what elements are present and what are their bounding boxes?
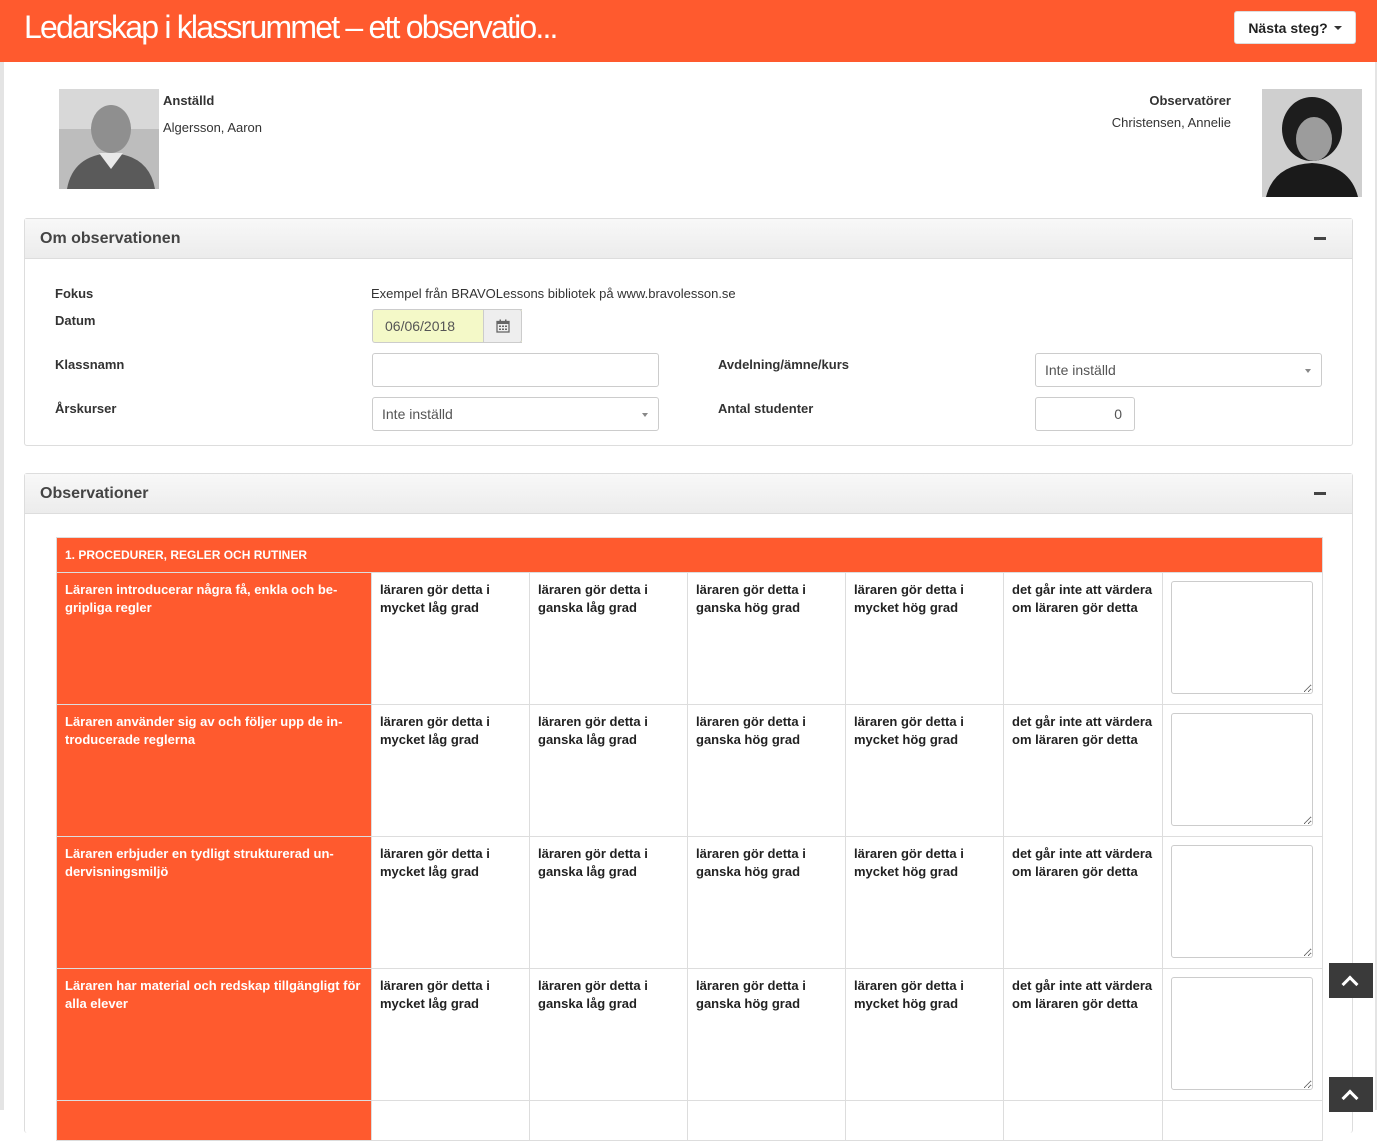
class-name-label: Klassnamn [55, 357, 125, 372]
left-border [0, 62, 4, 1110]
caret-down-icon [1333, 25, 1342, 30]
minus-icon[interactable] [1314, 492, 1326, 495]
about-panel: Om observationen Fokus Exempel från BRAV… [24, 218, 1353, 446]
students-value: 0 [1114, 406, 1122, 422]
rating-option[interactable]: läraren gör detta i ganska låg grad [529, 572, 688, 705]
rating-option[interactable]: läraren gör detta i mycket låg grad [371, 968, 530, 1101]
rating-option[interactable]: läraren gör detta i mycket låg grad [371, 704, 530, 837]
rating-option[interactable] [687, 1100, 846, 1141]
rating-option[interactable]: det går inte att värdera om läraren gör … [1003, 968, 1163, 1101]
rating-option[interactable]: läraren gör detta i ganska hög grad [687, 968, 846, 1101]
page-title: Ledarskap i klassrummet – ett observatio… [24, 9, 558, 45]
rating-option[interactable]: läraren gör detta i mycket låg grad [371, 836, 530, 969]
rating-option[interactable]: det går inte att värdera om läraren gör … [1003, 836, 1163, 969]
observations-panel-title: Observationer [40, 485, 149, 502]
rating-option[interactable]: läraren gör detta i ganska låg grad [529, 836, 688, 969]
note-textarea[interactable] [1171, 845, 1313, 958]
observations-panel-header[interactable]: Observationer [25, 474, 1352, 514]
department-label: Avdelning/ämne/kurs [718, 357, 849, 372]
department-value: Inte inställd [1045, 362, 1116, 378]
question-cell: Läraren erbjuder en tydligt strukturerad… [56, 836, 372, 969]
note-cell [1161, 572, 1324, 705]
students-label: Antal studenter [718, 401, 814, 416]
rating-option[interactable]: läraren gör detta i mycket låg grad [371, 572, 530, 705]
employee-name: Algersson, Aaron [163, 120, 263, 135]
rating-option[interactable]: läraren gör detta i mycket hög grad [845, 572, 1004, 705]
table-row: Läraren introducerar några få, enkla och… [56, 572, 1324, 705]
grade-select[interactable]: Inte inställd [372, 397, 659, 431]
rating-option[interactable]: det går inte att värdera om läraren gör … [1003, 704, 1163, 837]
observers-label: Observatörer [1149, 93, 1231, 108]
about-panel-title: Om observationen [40, 230, 181, 247]
focus-label: Fokus [55, 286, 94, 301]
caret-down-icon [1305, 369, 1311, 373]
table-row: Läraren använder sig av och följer upp d… [56, 704, 1324, 837]
note-cell [1161, 968, 1324, 1101]
question-cell: Läraren använder sig av och följer upp d… [56, 704, 372, 837]
note-textarea[interactable] [1171, 713, 1313, 826]
scroll-up-button[interactable] [1329, 963, 1373, 998]
table-row: Läraren erbjuder en tydligt strukturerad… [56, 836, 1324, 969]
rating-option[interactable]: läraren gör detta i ganska hög grad [687, 704, 846, 837]
question-cell [56, 1100, 372, 1141]
rating-option[interactable]: läraren gör detta i mycket hög grad [845, 704, 1004, 837]
chevron-up-icon [1341, 1089, 1359, 1107]
observer-name: Christensen, Annelie [1111, 115, 1231, 130]
date-label: Datum [55, 313, 96, 328]
note-textarea[interactable] [1171, 581, 1313, 694]
next-step-label: Nästa steg? [1248, 19, 1328, 36]
rating-option[interactable]: läraren gör detta i mycket hög grad [845, 968, 1004, 1101]
rating-option[interactable]: läraren gör detta i mycket hög grad [845, 836, 1004, 969]
caret-down-icon [642, 413, 648, 417]
table-row: Läraren har material och redskap tillgän… [56, 968, 1324, 1101]
employee-label: Anställd [163, 93, 215, 108]
calendar-icon [495, 319, 510, 333]
rating-option[interactable]: läraren gör detta i ganska låg grad [529, 968, 688, 1101]
about-panel-header[interactable]: Om observationen [25, 219, 1352, 259]
employee-avatar [59, 89, 159, 189]
observation-table: 1. PROCEDURER, REGLER OCH RUTINER Lärare… [55, 537, 1324, 1141]
grade-value: Inte inställd [382, 406, 453, 422]
minus-icon[interactable] [1314, 237, 1326, 240]
question-cell: Läraren introducerar några få, enkla och… [56, 572, 372, 705]
class-name-input[interactable] [372, 353, 659, 387]
grade-label: Årskurser [55, 401, 117, 416]
rating-option[interactable]: läraren gör detta i ganska hög grad [687, 836, 846, 969]
top-bar: Ledarskap i klassrummet – ett observatio… [0, 0, 1377, 62]
calendar-button[interactable] [483, 309, 522, 343]
note-cell [1161, 836, 1324, 969]
focus-value: Exempel från BRAVOLessons bibliotek på w… [371, 286, 736, 301]
department-select[interactable]: Inte inställd [1035, 353, 1322, 387]
rating-option[interactable] [845, 1100, 1004, 1141]
table-row [56, 1100, 1324, 1141]
observations-panel: Observationer 1. PROCEDURER, REGLER OCH … [24, 473, 1353, 1141]
rating-option[interactable]: läraren gör detta i ganska hög grad [687, 572, 846, 705]
scroll-up-button[interactable] [1329, 1077, 1373, 1112]
rating-option[interactable]: det går inte att värdera om läraren gör … [1003, 572, 1163, 705]
date-value: 06/06/2018 [385, 318, 456, 334]
students-input[interactable]: 0 [1035, 397, 1135, 431]
rating-option[interactable] [529, 1100, 688, 1141]
note-cell [1161, 704, 1324, 837]
rating-option[interactable]: läraren gör detta i ganska låg grad [529, 704, 688, 837]
rating-option[interactable] [1003, 1100, 1163, 1141]
section-title: 1. PROCEDURER, REGLER OCH RUTINER [55, 537, 1324, 573]
next-step-button[interactable]: Nästa steg? [1234, 11, 1356, 44]
chevron-up-icon [1341, 975, 1359, 993]
question-cell: Läraren har material och redskap tillgän… [56, 968, 372, 1101]
note-textarea[interactable] [1171, 977, 1313, 1090]
rating-option[interactable] [371, 1100, 530, 1141]
note-cell [1161, 1100, 1324, 1141]
observer-avatar [1262, 89, 1362, 197]
